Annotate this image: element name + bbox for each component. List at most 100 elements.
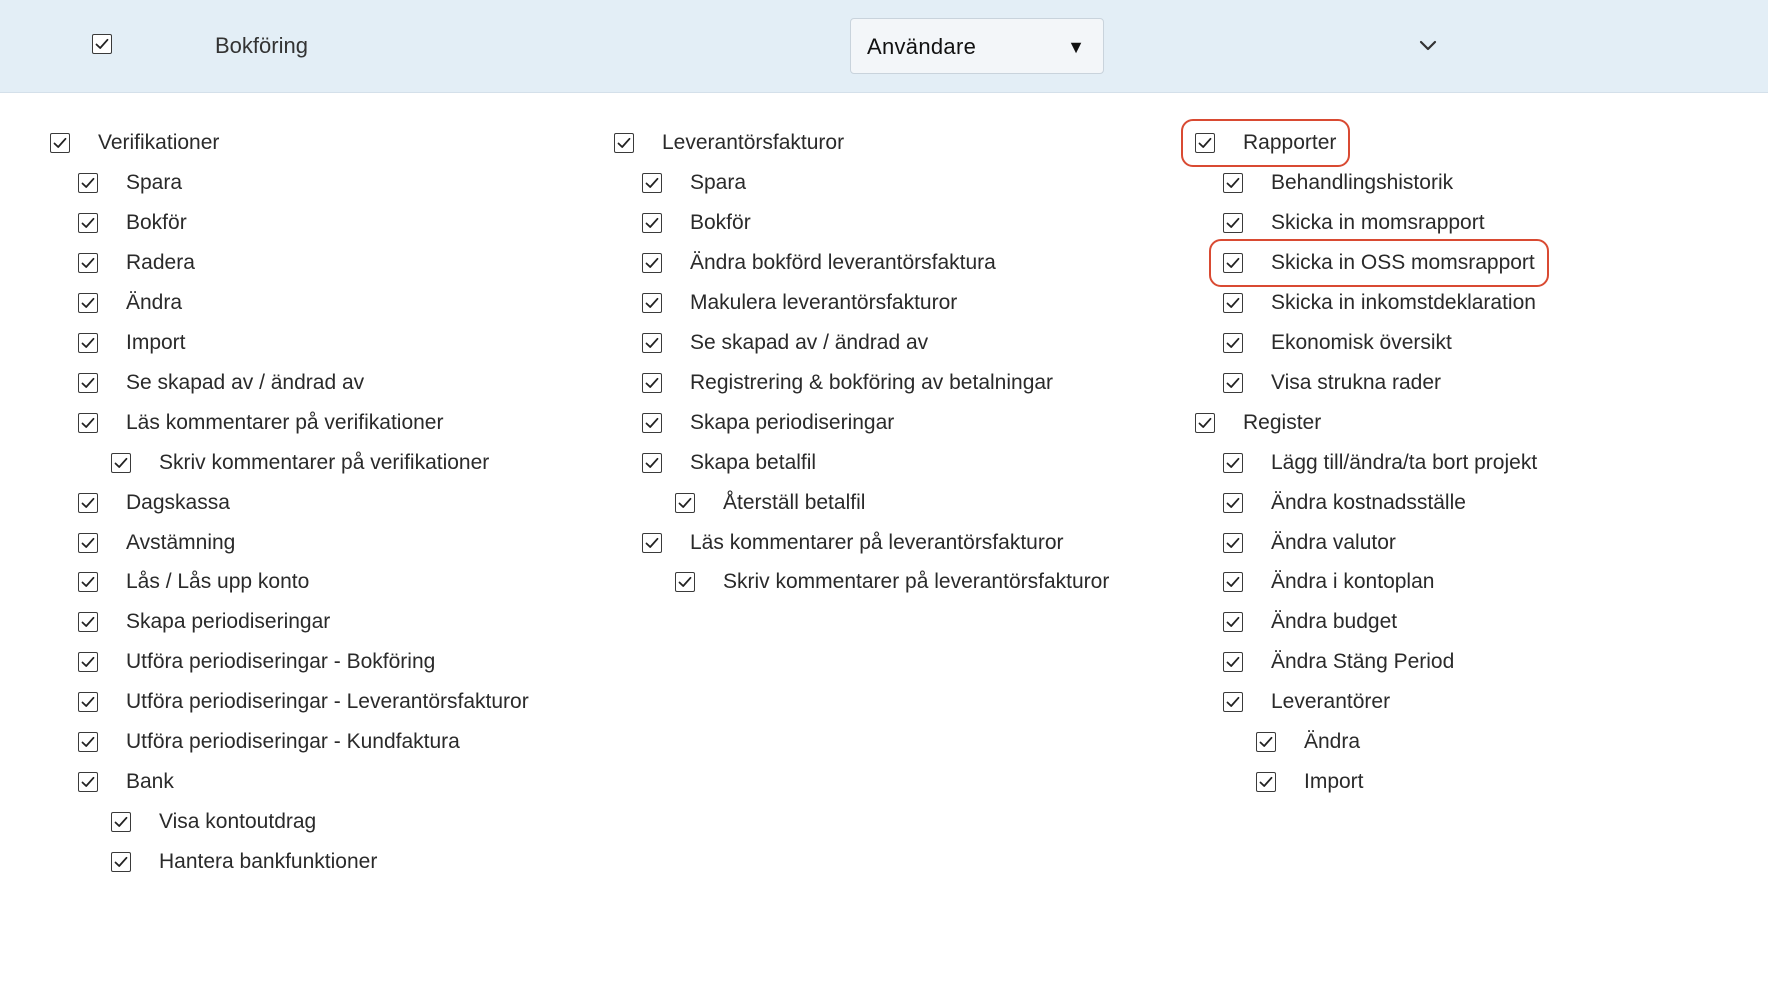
permission-checkbox[interactable] <box>1223 692 1243 713</box>
permission-checkbox[interactable] <box>78 532 98 553</box>
permission-checkbox[interactable] <box>675 572 695 593</box>
permission-label: Utföra periodiseringar - Kundfaktura <box>126 730 460 754</box>
permission-checkbox[interactable] <box>78 212 98 233</box>
permission-label: Lås / Lås upp konto <box>126 570 310 594</box>
permission-checkbox[interactable] <box>78 492 98 513</box>
checkmark-icon <box>645 377 659 388</box>
permission-label: Läs kommentarer på leverantörsfakturor <box>690 530 1064 554</box>
permission-checkbox[interactable] <box>1256 772 1276 793</box>
permission-checkbox[interactable] <box>1223 652 1243 673</box>
permission-checkbox[interactable] <box>1195 412 1215 433</box>
permission-checkbox[interactable] <box>675 492 695 513</box>
permission-label: Ändra <box>126 290 183 314</box>
permission-label: Läs kommentarer på verifikationer <box>126 410 444 434</box>
permission-label: Bank <box>126 770 174 794</box>
permission-checkbox[interactable] <box>614 133 634 153</box>
permission-label: Ändra kostnadsställe <box>1271 490 1466 514</box>
permission-checkbox[interactable] <box>1223 612 1243 633</box>
permission-checkbox[interactable] <box>642 532 662 553</box>
checkmark-icon <box>1226 617 1240 628</box>
checkmark-icon <box>617 137 631 148</box>
permission-label: Ändra i kontoplan <box>1271 570 1435 594</box>
permission-checkbox[interactable] <box>1223 252 1243 273</box>
permission-label: Skicka in momsrapport <box>1271 210 1485 234</box>
checkmark-icon <box>1226 537 1240 548</box>
permission-checkbox[interactable] <box>1223 492 1243 513</box>
checkmark-icon <box>81 377 95 388</box>
checkmark-icon <box>81 217 95 228</box>
permission-checkbox[interactable] <box>642 172 662 193</box>
permission-checkbox[interactable] <box>642 412 662 433</box>
checkmark-icon <box>645 417 659 428</box>
permission-label: Ekonomisk översikt <box>1271 330 1452 354</box>
permission-label: Leverantörsfakturor <box>662 131 845 154</box>
checkmark-icon <box>1226 497 1240 508</box>
permission-label: Visa kontoutdrag <box>159 810 317 834</box>
permission-checkbox[interactable] <box>111 452 131 473</box>
checkmark-icon <box>81 537 95 548</box>
permission-label: Utföra periodiseringar - Bokföring <box>126 650 436 674</box>
expand-toggle-button[interactable] <box>1412 30 1444 62</box>
permission-label: Ändra valutor <box>1271 530 1396 554</box>
permission-checkbox[interactable] <box>78 252 98 273</box>
permission-label: Radera <box>126 250 195 274</box>
section-checkbox[interactable] <box>92 34 112 54</box>
permission-checkbox[interactable] <box>78 372 98 393</box>
permission-checkbox[interactable] <box>1223 372 1243 393</box>
permission-checkbox[interactable] <box>78 332 98 353</box>
permission-checkbox[interactable] <box>78 412 98 433</box>
permission-label: Leverantörer <box>1271 690 1391 714</box>
permission-checkbox[interactable] <box>111 852 131 873</box>
checkmark-icon <box>678 577 692 588</box>
checkmark-icon <box>81 297 95 308</box>
checkmark-icon <box>114 817 128 828</box>
permission-checkbox[interactable] <box>1223 212 1243 233</box>
permission-checkbox[interactable] <box>642 452 662 473</box>
checkmark-icon <box>1198 137 1212 148</box>
checkmark-icon <box>1198 417 1212 428</box>
permission-checkbox[interactable] <box>78 572 98 593</box>
checkmark-icon <box>81 617 95 628</box>
permission-checkbox[interactable] <box>1223 572 1243 593</box>
permission-checkbox[interactable] <box>78 732 98 753</box>
permission-label: Register <box>1243 410 1322 434</box>
checkmark-icon <box>645 257 659 268</box>
permission-checkbox[interactable] <box>642 292 662 313</box>
permission-checkbox[interactable] <box>642 212 662 233</box>
permission-checkbox[interactable] <box>78 172 98 193</box>
permission-checkbox[interactable] <box>642 252 662 273</box>
permission-checkbox[interactable] <box>50 133 70 153</box>
checkmark-icon <box>645 177 659 188</box>
permission-checkbox[interactable] <box>1195 133 1215 153</box>
permission-checkbox[interactable] <box>1256 732 1276 753</box>
permission-label: Bokför <box>690 210 751 234</box>
permission-label: Skicka in OSS momsrapport <box>1271 250 1535 274</box>
checkmark-icon <box>114 457 128 468</box>
permission-label: Skapa periodiseringar <box>690 410 895 434</box>
permission-checkbox[interactable] <box>78 772 98 793</box>
checkmark-icon <box>645 217 659 228</box>
checkmark-icon <box>81 337 95 348</box>
role-select[interactable]: Användare ▼ <box>850 18 1104 74</box>
permission-label: Bokför <box>126 210 187 234</box>
permission-checkbox[interactable] <box>78 692 98 713</box>
permission-checkbox[interactable] <box>78 612 98 633</box>
permission-label: Avstämning <box>126 530 236 554</box>
checkmark-icon <box>678 497 692 508</box>
checkmark-icon <box>1226 217 1240 228</box>
permission-checkbox[interactable] <box>642 372 662 393</box>
permission-checkbox[interactable] <box>1223 292 1243 313</box>
permission-checkbox[interactable] <box>78 292 98 313</box>
permission-label: Utföra periodiseringar - Leverantörsfakt… <box>126 690 529 714</box>
permission-checkbox[interactable] <box>1223 332 1243 353</box>
permission-checkbox[interactable] <box>1223 532 1243 553</box>
permission-checkbox[interactable] <box>642 332 662 353</box>
checkmark-icon <box>81 697 95 708</box>
permission-label: Registrering & bokföring av betalningar <box>690 370 1054 394</box>
permission-checkbox[interactable] <box>1223 172 1243 193</box>
permission-checkbox[interactable] <box>1223 452 1243 473</box>
checkmark-icon <box>645 337 659 348</box>
permission-checkbox[interactable] <box>78 652 98 673</box>
permission-label: Ändra Stäng Period <box>1271 650 1455 674</box>
permission-checkbox[interactable] <box>111 812 131 833</box>
